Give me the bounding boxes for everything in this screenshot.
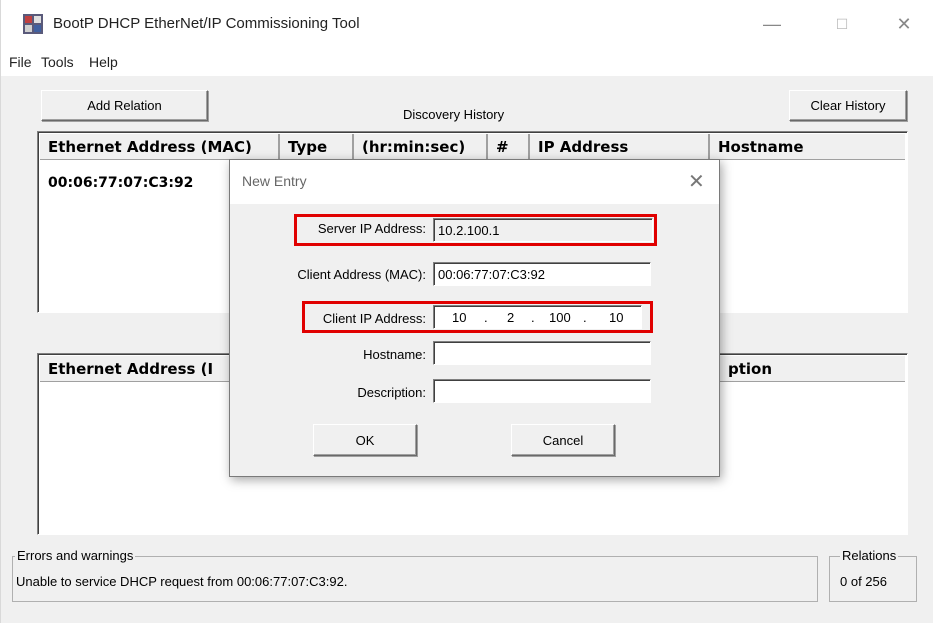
menu-file[interactable]: File xyxy=(9,54,32,70)
app-icon xyxy=(23,14,43,34)
relations-groupbox: Relations 0 of 256 xyxy=(829,548,917,602)
errors-message: Unable to service DHCP request from 00:0… xyxy=(16,574,348,589)
menu-help[interactable]: Help xyxy=(89,54,118,70)
discovery-history-label: Discovery History xyxy=(403,107,505,122)
hostname-field[interactable] xyxy=(433,341,651,365)
hostname-label: Hostname: xyxy=(363,347,426,362)
column-header-hostname[interactable]: Hostname xyxy=(710,134,905,160)
column-header-description[interactable]: ption xyxy=(720,356,905,382)
column-header-count[interactable]: # xyxy=(488,134,530,160)
column-header-ip[interactable]: IP Address xyxy=(530,134,710,160)
relations-title: Relations xyxy=(840,548,899,563)
server-ip-highlight xyxy=(294,214,657,246)
client-mac-label: Client Address (MAC): xyxy=(297,267,426,282)
column-header-mac[interactable]: Ethernet Address (MAC) xyxy=(40,134,280,160)
description-field[interactable] xyxy=(433,379,651,403)
description-label: Description: xyxy=(357,385,426,400)
title-bar: BootP DHCP EtherNet/IP Commissioning Too… xyxy=(1,0,933,48)
new-entry-dialog: New Entry ✕ Server IP Address: 10.2.100.… xyxy=(229,159,720,477)
dialog-title-bar: New Entry ✕ xyxy=(230,160,719,204)
window-title: BootP DHCP EtherNet/IP Commissioning Too… xyxy=(53,15,360,32)
column-header-time[interactable]: (hr:min:sec) xyxy=(354,134,488,160)
client-ip-highlight xyxy=(302,301,653,333)
add-relation-button[interactable]: Add Relation xyxy=(41,90,208,121)
minimize-button[interactable]: — xyxy=(749,8,795,40)
errors-title: Errors and warnings xyxy=(15,548,136,563)
dialog-title: New Entry xyxy=(242,173,307,189)
errors-groupbox: Errors and warnings Unable to service DH… xyxy=(12,548,818,602)
clear-history-button[interactable]: Clear History xyxy=(789,90,907,121)
client-mac-field[interactable]: 00:06:77:07:C3:92 xyxy=(433,262,651,286)
menu-tools[interactable]: Tools xyxy=(41,54,74,70)
table-row[interactable]: 00:06:77:07:C3:92 xyxy=(48,175,193,191)
close-button[interactable]: ✕ xyxy=(881,8,927,40)
relations-count: 0 of 256 xyxy=(840,574,887,589)
table-header: Ethernet Address (MAC) Type (hr:min:sec)… xyxy=(40,134,905,160)
cancel-button[interactable]: Cancel xyxy=(511,424,615,456)
menu-bar: File Tools Help xyxy=(1,48,933,76)
column-header-type[interactable]: Type xyxy=(280,134,354,160)
dialog-close-icon[interactable]: ✕ xyxy=(688,169,705,194)
main-window: BootP DHCP EtherNet/IP Commissioning Too… xyxy=(0,0,933,623)
maximize-button[interactable]: ☐ xyxy=(819,8,865,40)
ok-button[interactable]: OK xyxy=(313,424,417,456)
